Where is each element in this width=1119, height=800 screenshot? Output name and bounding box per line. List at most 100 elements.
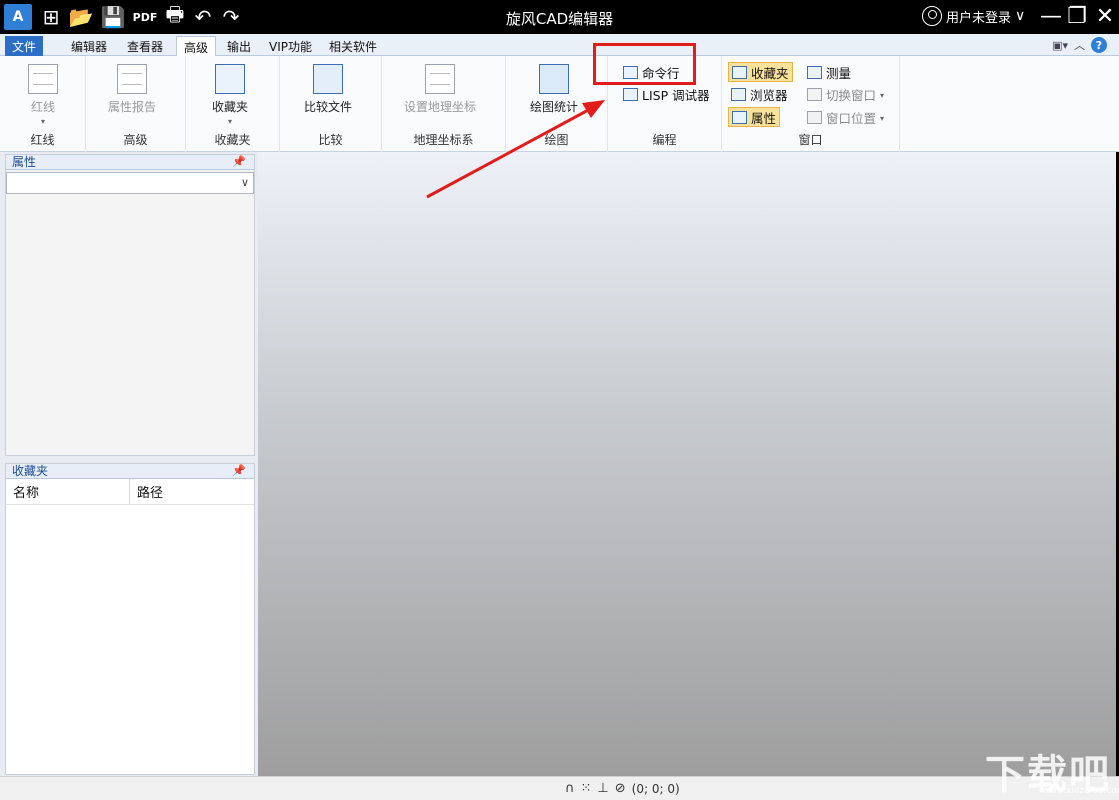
- measure-label: 测量: [826, 65, 852, 81]
- tab-viewer[interactable]: 查看器: [120, 36, 170, 56]
- help-icon[interactable]: ?: [1091, 37, 1107, 53]
- geo-label: 设置地理坐标: [404, 100, 477, 114]
- grid-icon[interactable]: ⁙: [581, 781, 592, 796]
- group-label-window: 窗口: [798, 133, 823, 147]
- drawing-stats-button[interactable]: 绘图统计: [530, 64, 578, 115]
- status-tools: ∩ ⁙ ⊥ ⊘ (0; 0; 0): [565, 781, 680, 796]
- properties-panel-header: 属性 📌: [6, 155, 254, 170]
- undo-icon[interactable]: ↶: [190, 4, 216, 30]
- chevron-down-icon: ∨: [240, 176, 249, 189]
- status-bar: ∩ ⁙ ⊥ ⊘ (0; 0; 0): [0, 776, 1119, 800]
- group-label-drawing: 绘图: [544, 133, 569, 147]
- compare-icon: [313, 64, 343, 94]
- property-report-icon: [117, 64, 147, 94]
- properties-icon: [732, 110, 747, 124]
- column-path[interactable]: 路径: [130, 479, 254, 504]
- tab-vip[interactable]: VIP功能: [262, 36, 319, 56]
- favorites-button[interactable]: 收藏夹 ▾: [212, 64, 248, 126]
- redline-icon: [28, 64, 58, 94]
- caret-icon: ▾: [228, 117, 233, 126]
- favorites-table-header: 名称 路径: [6, 479, 254, 505]
- properties-selector[interactable]: ∨: [6, 172, 254, 194]
- collapse-ribbon-icon[interactable]: ︿: [1074, 37, 1085, 53]
- group-redline: 红线 ▾ 红线: [0, 56, 86, 152]
- menu-right-tools: ▣▾ ︿ ?: [1052, 37, 1107, 53]
- lisp-label: LISP 调试器: [642, 87, 710, 103]
- app-logo-icon[interactable]: A: [4, 4, 32, 30]
- compare-label: 比较文件: [304, 100, 353, 114]
- property-report-label: 属性报告: [108, 100, 157, 114]
- favorites-panel: 收藏夹 📌 名称 路径: [5, 463, 255, 775]
- print-icon[interactable]: 🖶: [162, 2, 188, 30]
- set-geo-coords-button[interactable]: 设置地理坐标: [404, 64, 476, 115]
- caret-icon: ▾: [880, 90, 885, 100]
- measure-icon: [807, 65, 822, 79]
- coordinates: (0; 0; 0): [631, 781, 680, 796]
- watermark-url: www.xiazaiba.com: [1042, 786, 1119, 796]
- browser-button[interactable]: 浏览器: [728, 84, 791, 104]
- switch-window-label: 切换窗口: [826, 87, 877, 103]
- highlight-box: [593, 43, 696, 85]
- window-position-button[interactable]: 窗口位置 ▾: [804, 107, 887, 127]
- tab-output[interactable]: 输出: [220, 36, 258, 56]
- tab-advanced[interactable]: 高级: [176, 36, 217, 57]
- measure-button[interactable]: 测量: [804, 62, 854, 82]
- save-icon[interactable]: 💾: [100, 4, 126, 30]
- redo-icon[interactable]: ↷: [218, 4, 244, 30]
- tab-editor[interactable]: 编辑器: [64, 36, 114, 56]
- properties-panel-title: 属性: [12, 155, 37, 169]
- close-icon[interactable]: ✕: [1090, 3, 1119, 29]
- group-label-compare: 比较: [318, 133, 343, 147]
- restore-icon[interactable]: ❐: [1062, 3, 1092, 29]
- snap-icon[interactable]: ∩: [565, 781, 575, 796]
- favorites-window-icon: [732, 65, 747, 79]
- tab-related-software[interactable]: 相关软件: [322, 36, 384, 56]
- ortho-icon[interactable]: ⊥: [597, 781, 608, 796]
- drawing-canvas[interactable]: [258, 152, 1116, 776]
- polar-icon[interactable]: ⊘: [615, 781, 626, 796]
- browser-icon: [731, 87, 746, 101]
- user-login[interactable]: 用户未登录 ∨: [922, 6, 1025, 26]
- pin-icon[interactable]: 📌: [232, 155, 246, 169]
- geo-grid-icon: [425, 64, 455, 94]
- style-icon[interactable]: ▣▾: [1052, 39, 1068, 52]
- lisp-debugger-button[interactable]: LISP 调试器: [620, 84, 713, 104]
- group-geo: 设置地理坐标 地理坐标系: [382, 56, 506, 152]
- window-position-icon: [807, 110, 822, 124]
- column-name[interactable]: 名称: [6, 479, 130, 504]
- redline-button[interactable]: 红线 ▾: [28, 64, 58, 126]
- property-report-button[interactable]: 属性报告: [108, 64, 156, 115]
- group-label-advanced: 高级: [123, 133, 148, 147]
- user-icon: [922, 6, 942, 26]
- group-advanced: 属性报告 高级: [86, 56, 186, 152]
- drawing-stats-icon: [539, 64, 569, 94]
- favorites-panel-title: 收藏夹: [12, 464, 49, 478]
- ribbon: 红线 ▾ 红线 属性报告 高级 收藏夹 ▾ 收藏夹 比较文件 比较 设置地理坐标…: [0, 56, 1119, 152]
- tab-file[interactable]: 文件: [5, 36, 44, 56]
- properties-panel: 属性 📌 ∨: [5, 154, 255, 456]
- favorites-label: 收藏夹: [212, 100, 249, 114]
- compare-files-button[interactable]: 比较文件: [304, 64, 352, 115]
- group-label-favorites: 收藏夹: [214, 133, 251, 147]
- open-folder-icon[interactable]: 📂: [68, 4, 94, 30]
- chevron-down-icon: ∨: [1015, 8, 1026, 24]
- group-favorites: 收藏夹 ▾ 收藏夹: [186, 56, 280, 152]
- favorites-icon: [215, 64, 245, 94]
- favorites-window-button[interactable]: 收藏夹: [728, 62, 793, 82]
- ribbon-tabs: 文件 编辑器 查看器 高级 输出 VIP功能 相关软件 ▣▾ ︿ ?: [0, 34, 1119, 57]
- favorites-panel-header: 收藏夹 📌: [6, 464, 254, 479]
- window-position-label: 窗口位置: [826, 110, 877, 126]
- switch-window-button[interactable]: 切换窗口 ▾: [804, 84, 887, 104]
- pin-icon[interactable]: 📌: [232, 464, 246, 478]
- new-file-icon[interactable]: ⊞: [38, 4, 64, 30]
- group-compare: 比较文件 比较: [280, 56, 382, 152]
- redline-label: 红线: [30, 100, 55, 114]
- pdf-icon[interactable]: PDF: [132, 4, 158, 30]
- lisp-icon: [623, 87, 638, 101]
- group-label-programming: 编程: [652, 133, 677, 147]
- caret-icon: ▾: [880, 113, 885, 123]
- group-label-redline: 红线: [30, 133, 55, 147]
- favorites-window-label: 收藏夹: [751, 65, 789, 81]
- group-window: 收藏夹 浏览器 属性 测量 切换窗口 ▾ 窗口位置 ▾ 窗口: [722, 56, 900, 152]
- properties-button[interactable]: 属性: [728, 107, 781, 127]
